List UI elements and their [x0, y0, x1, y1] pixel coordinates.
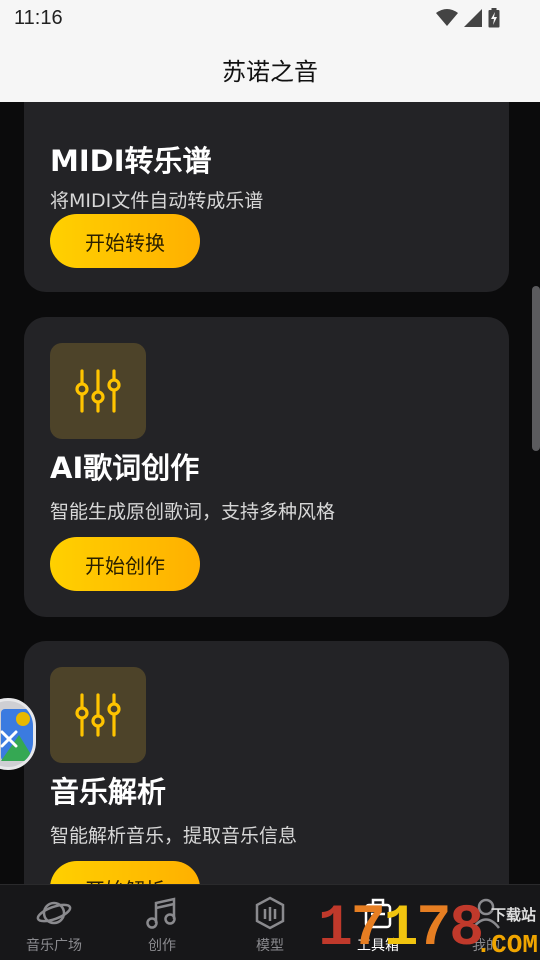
equalizer-sliders-icon	[50, 667, 146, 763]
page-title: 苏诺之音	[222, 57, 318, 86]
nav-label: 音乐广场	[26, 938, 82, 954]
tool-card-ai-lyrics: AI歌词创作 智能生成原创歌词，支持多种风格 开始创作	[24, 317, 509, 617]
model-cube-icon	[255, 896, 285, 930]
equalizer-sliders-icon	[75, 693, 121, 737]
nav-label: 我的	[472, 938, 500, 954]
tool-card-description: 智能解析音乐，提取音乐信息	[50, 825, 298, 847]
start-analyze-button[interactable]: 开始解析	[50, 861, 200, 884]
equalizer-sliders-icon	[50, 343, 146, 439]
scrollbar[interactable]	[532, 286, 540, 451]
start-create-button[interactable]: 开始创作	[50, 537, 200, 591]
nav-label: 模型	[256, 938, 284, 954]
nav-item-music-square[interactable]: 音乐广场	[0, 885, 108, 960]
nav-label: 工具箱	[357, 938, 399, 954]
battery-icon	[488, 8, 500, 28]
nav-item-create[interactable]: 创作	[108, 885, 216, 960]
app-header: 苏诺之音	[0, 36, 540, 102]
nav-item-me[interactable]: 我的	[432, 885, 540, 960]
toolbox-icon	[364, 898, 392, 929]
tool-card-title: AI歌词创作	[50, 451, 200, 485]
planet-icon	[36, 901, 72, 925]
equalizer-sliders-icon	[75, 369, 121, 413]
status-time: 11:16	[14, 7, 63, 29]
tool-card-music-analysis: 音乐解析 智能解析音乐，提取音乐信息 开始解析	[24, 641, 509, 884]
nav-item-model[interactable]: 模型	[216, 885, 324, 960]
tool-card-description: 智能生成原创歌词，支持多种风格	[50, 501, 336, 523]
nav-label: 创作	[148, 938, 176, 954]
start-convert-button[interactable]: 开始转换	[50, 214, 200, 268]
close-icon[interactable]	[0, 729, 19, 749]
user-icon	[472, 898, 500, 929]
status-bar: 11:16	[0, 0, 540, 36]
tool-card-description: 将MIDI文件自动转成乐谱	[50, 190, 264, 212]
nav-item-toolbox[interactable]: 工具箱	[324, 885, 432, 960]
tool-card-title: MIDI转乐谱	[50, 144, 212, 178]
tool-list[interactable]: MIDI转乐谱 将MIDI文件自动转成乐谱 开始转换 AI歌词创作 智能生成原创…	[0, 102, 540, 884]
music-note-icon	[146, 897, 176, 929]
tool-card-midi: MIDI转乐谱 将MIDI文件自动转成乐谱 开始转换	[24, 102, 509, 292]
cellular-signal-icon	[464, 9, 482, 27]
status-icons	[436, 8, 500, 28]
wifi-icon	[436, 9, 458, 26]
tool-card-title: 音乐解析	[50, 775, 167, 809]
bottom-nav: 音乐广场 创作 模型 工具箱 我的	[0, 884, 540, 960]
